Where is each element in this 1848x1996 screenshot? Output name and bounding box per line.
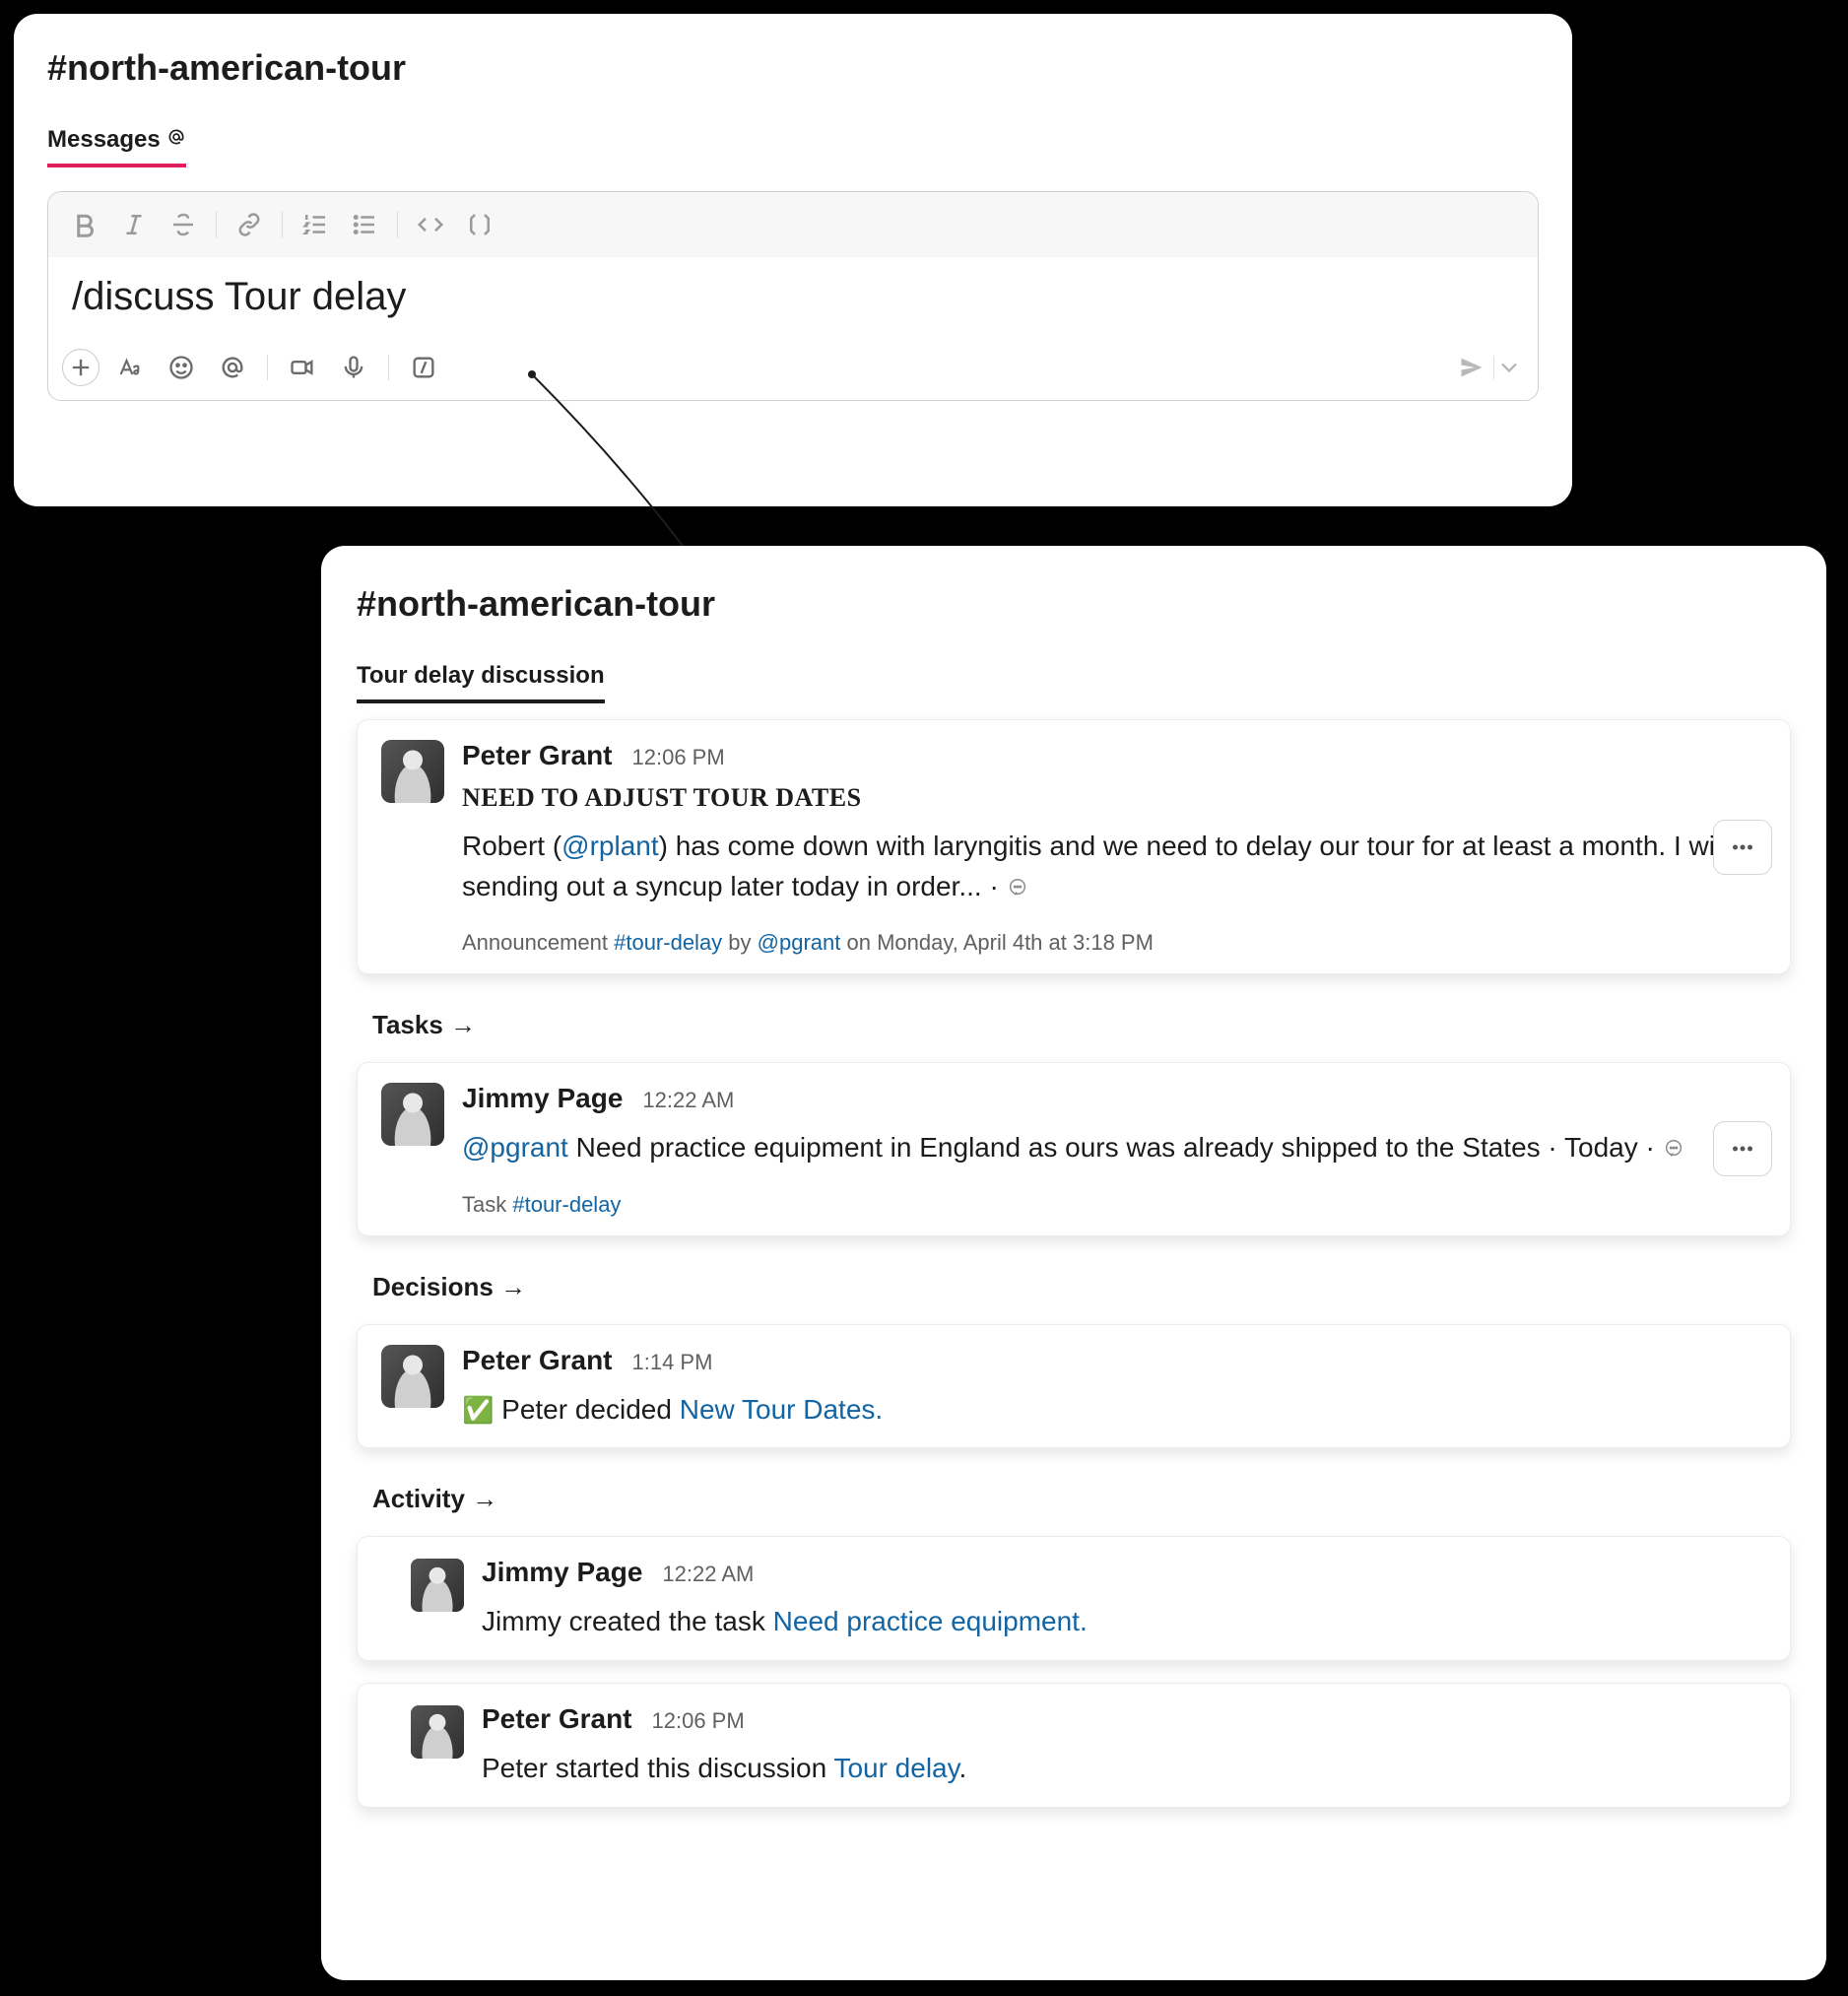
avatar: [411, 1705, 464, 1759]
body-text-segment: Peter started this discussion: [482, 1753, 833, 1783]
message-time: 12:06 PM: [632, 745, 725, 770]
activity-link[interactable]: Need practice equipment.: [773, 1606, 1088, 1636]
codeblock-button[interactable]: [459, 204, 500, 245]
channel-tabs: Messages: [47, 126, 1539, 167]
tab-tour-delay[interactable]: Tour delay discussion: [357, 662, 605, 703]
link-button[interactable]: [229, 204, 270, 245]
toolbar-separator: [397, 211, 398, 238]
send-group: [1450, 349, 1524, 386]
comment-icon: [1663, 1138, 1684, 1160]
mic-button[interactable]: [333, 347, 374, 388]
tag-link[interactable]: #tour-delay: [614, 930, 722, 955]
tab-messages-label: Messages: [47, 126, 161, 154]
task-meta: Task #tour-delay: [462, 1192, 1766, 1218]
add-button[interactable]: [62, 349, 99, 386]
section-activity[interactable]: Activity →: [372, 1484, 1791, 1514]
avatar: [381, 740, 444, 803]
bold-button[interactable]: [64, 204, 105, 245]
section-tasks[interactable]: Tasks →: [372, 1010, 1791, 1040]
channel-name: #north-american-tour: [47, 47, 1539, 89]
announcement-subject: NEED TO ADJUST TOUR DATES: [462, 783, 1766, 813]
check-icon: ✅: [462, 1395, 494, 1425]
author-name: Peter Grant: [462, 740, 613, 771]
ordered-list-button[interactable]: [295, 204, 336, 245]
message-input[interactable]: /discuss Tour delay: [48, 257, 1538, 337]
mention-link[interactable]: @rplant: [561, 831, 658, 861]
strikethrough-button[interactable]: [163, 204, 204, 245]
discussion-panel: #north-american-tour Tour delay discussi…: [321, 546, 1826, 1980]
body-text-segment: Peter decided: [494, 1394, 679, 1425]
announcement-body: Robert (@rplant) has come down with lary…: [462, 827, 1766, 906]
more-actions-button[interactable]: [1713, 1121, 1772, 1176]
author-name: Peter Grant: [482, 1703, 632, 1735]
activity-body: Peter started this discussion Tour delay…: [482, 1749, 1766, 1789]
channel-name: #north-american-tour: [357, 583, 1791, 625]
mention-icon: [166, 126, 186, 154]
decision-link[interactable]: New Tour Dates.: [680, 1394, 883, 1425]
message-time: 12:22 AM: [662, 1562, 754, 1587]
message-time: 12:22 AM: [642, 1088, 734, 1113]
message-time: 12:06 PM: [652, 1708, 745, 1734]
italic-button[interactable]: [113, 204, 155, 245]
toolbar-separator: [282, 211, 283, 238]
avatar: [411, 1559, 464, 1612]
meta-text: on Monday, April 4th at 3:18 PM: [840, 930, 1154, 955]
activity-card[interactable]: Jimmy Page 12:22 AM Jimmy created the ta…: [357, 1536, 1791, 1661]
author-name: Jimmy Page: [462, 1083, 623, 1114]
author-name: Peter Grant: [462, 1345, 613, 1376]
avatar: [381, 1345, 444, 1408]
activity-body: Jimmy created the task Need practice equ…: [482, 1602, 1766, 1642]
mention-link[interactable]: @pgrant: [462, 1132, 568, 1163]
meta-text: Announcement: [462, 930, 614, 955]
body-text-segment: Robert (: [462, 831, 561, 861]
emoji-button[interactable]: [161, 347, 202, 388]
section-decisions[interactable]: Decisions →: [372, 1272, 1791, 1302]
bottombar-separator: [267, 355, 268, 380]
decision-card[interactable]: Peter Grant 1:14 PM ✅ Peter decided New …: [357, 1324, 1791, 1449]
send-button[interactable]: [1450, 349, 1493, 386]
message-time: 1:14 PM: [632, 1350, 713, 1375]
tag-link[interactable]: #tour-delay: [512, 1192, 621, 1217]
bullet-list-button[interactable]: [344, 204, 385, 245]
avatar: [381, 1083, 444, 1146]
formatting-button[interactable]: [109, 347, 151, 388]
toolbar-separator: [216, 211, 217, 238]
more-actions-button[interactable]: [1713, 820, 1772, 875]
body-text-segment: .: [959, 1753, 967, 1783]
activity-link[interactable]: Tour delay: [833, 1753, 958, 1783]
composer-bottombar: [48, 337, 1538, 400]
composer-panel: #north-american-tour Messages /discuss: [14, 14, 1572, 506]
discussion-tabs: Tour delay discussion: [357, 662, 1791, 703]
mention-button[interactable]: [212, 347, 253, 388]
send-options-button[interactable]: [1494, 349, 1524, 386]
mention-link[interactable]: @pgrant: [758, 930, 841, 955]
video-button[interactable]: [282, 347, 323, 388]
tab-messages[interactable]: Messages: [47, 126, 186, 167]
format-toolbar: [48, 192, 1538, 257]
message-composer: /discuss Tour delay: [47, 191, 1539, 401]
announcement-card[interactable]: Peter Grant 12:06 PM NEED TO ADJUST TOUR…: [357, 719, 1791, 974]
decision-body: ✅ Peter decided New Tour Dates.: [462, 1390, 1766, 1430]
body-text-segment: Need practice equipment in England as ou…: [568, 1132, 1663, 1163]
activity-card[interactable]: Peter Grant 12:06 PM Peter started this …: [357, 1683, 1791, 1808]
announcement-meta: Announcement #tour-delay by @pgrant on M…: [462, 930, 1766, 956]
comment-icon: [1007, 877, 1028, 898]
meta-text: Task: [462, 1192, 512, 1217]
bottombar-separator: [388, 355, 389, 380]
author-name: Jimmy Page: [482, 1557, 642, 1588]
shortcuts-button[interactable]: [403, 347, 444, 388]
task-body: @pgrant Need practice equipment in Engla…: [462, 1128, 1766, 1168]
task-card[interactable]: Jimmy Page 12:22 AM @pgrant Need practic…: [357, 1062, 1791, 1236]
body-text-segment: Jimmy created the task: [482, 1606, 773, 1636]
code-button[interactable]: [410, 204, 451, 245]
meta-text: by: [722, 930, 757, 955]
